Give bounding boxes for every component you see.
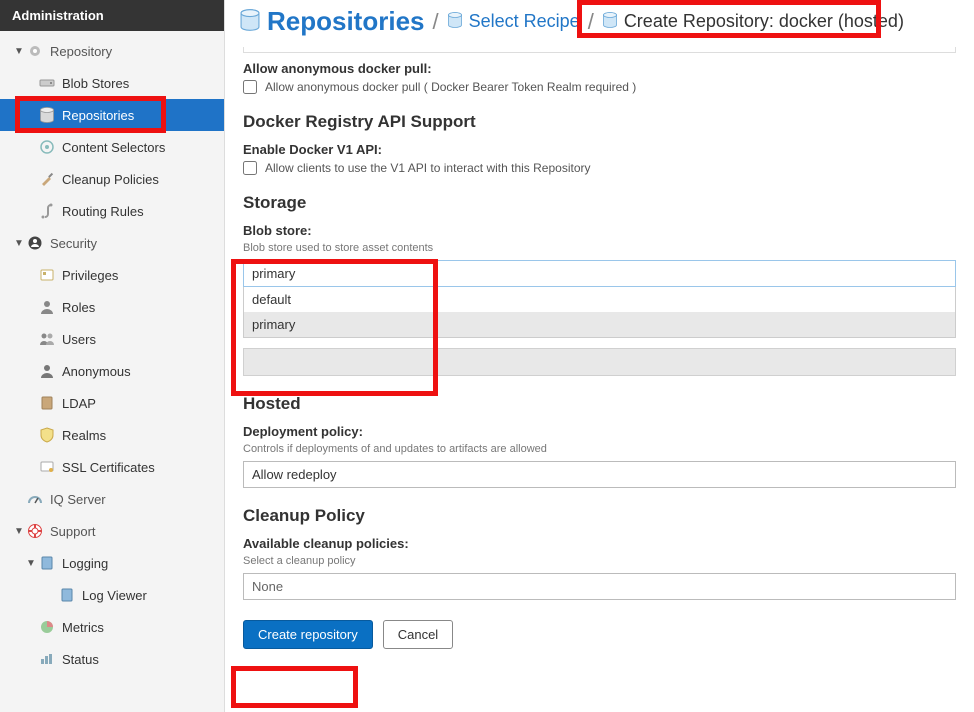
cleanup-heading: Cleanup Policy: [243, 506, 956, 526]
notebook-icon: [38, 555, 56, 571]
breadcrumb-separator: /: [431, 9, 441, 35]
caret-down-icon: ▼: [12, 238, 26, 249]
breadcrumb-separator: /: [586, 9, 596, 35]
piechart-icon: [38, 619, 56, 635]
cancel-button[interactable]: Cancel: [383, 620, 453, 649]
enable-v1-checkbox[interactable]: [243, 161, 257, 175]
anon-pull-checkbox[interactable]: [243, 80, 257, 94]
database-icon: [602, 12, 618, 31]
hdd-icon: [38, 75, 56, 91]
cleanup-policies-desc: Select a cleanup policy: [243, 555, 956, 567]
sidebar-group-repository[interactable]: ▼ Repository: [0, 35, 224, 67]
sidebar-item-repositories[interactable]: Repositories: [0, 99, 224, 131]
deployment-policy-desc: Controls if deployments of and updates t…: [243, 443, 956, 455]
meter-icon: [26, 491, 44, 507]
sidebar-group-security[interactable]: ▼ Security: [0, 227, 224, 259]
sidebar-item-iq-server[interactable]: IQ Server: [0, 483, 224, 515]
database-icon: [38, 107, 56, 123]
idcard-icon: [38, 267, 56, 283]
enable-v1-checkbox-row[interactable]: Allow clients to use the V1 API to inter…: [243, 161, 956, 175]
deployment-policy-label: Deployment policy:: [243, 424, 956, 439]
sidebar: Administration ▼ Repository Blob Stores …: [0, 0, 225, 712]
sidebar-item-privileges[interactable]: Privileges: [0, 259, 224, 291]
sidebar-item-log-viewer[interactable]: Log Viewer: [0, 579, 224, 611]
clipped-field: [243, 47, 956, 53]
book-icon: [38, 395, 56, 411]
anonymous-icon: [38, 363, 56, 379]
cleanup-policies-select[interactable]: None: [243, 573, 956, 600]
target-icon: [38, 139, 56, 155]
shield-icon: [38, 427, 56, 443]
blob-store-dropdown: default primary: [243, 287, 956, 338]
main-panel: Repositories / Select Recipe / Create Re…: [225, 0, 974, 712]
enable-v1-label: Enable Docker V1 API:: [243, 142, 956, 157]
cleanup-policies-label: Available cleanup policies:: [243, 536, 956, 551]
notebook-icon: [58, 587, 76, 603]
deployment-policy-select[interactable]: Allow redeploy: [243, 461, 956, 488]
broom-icon: [38, 171, 56, 187]
sidebar-item-routing-rules[interactable]: Routing Rules: [0, 195, 224, 227]
sidebar-group-support[interactable]: ▼ Support: [0, 515, 224, 547]
breadcrumb: Repositories / Select Recipe / Create Re…: [225, 0, 974, 47]
badge-icon: [26, 235, 44, 251]
sidebar-item-ssl-certificates[interactable]: SSL Certificates: [0, 451, 224, 483]
strict-validation-row: [243, 348, 956, 376]
sidebar-item-realms[interactable]: Realms: [0, 419, 224, 451]
blob-store-label: Blob store:: [243, 223, 956, 238]
lifesaver-icon: [26, 523, 44, 539]
sidebar-item-status[interactable]: Status: [0, 643, 224, 675]
blob-store-option-primary[interactable]: primary: [244, 312, 955, 337]
hosted-heading: Hosted: [243, 394, 956, 414]
database-icon: [447, 12, 463, 31]
breadcrumb-current: Create Repository: docker (hosted): [624, 11, 904, 32]
blob-store-desc: Blob store used to store asset contents: [243, 242, 956, 254]
sidebar-item-cleanup-policies[interactable]: Cleanup Policies: [0, 163, 224, 195]
route-icon: [38, 203, 56, 219]
create-repository-button[interactable]: Create repository: [243, 620, 373, 649]
anon-pull-label: Allow anonymous docker pull:: [243, 61, 956, 76]
breadcrumb-select-recipe[interactable]: Select Recipe: [469, 11, 580, 32]
api-support-heading: Docker Registry API Support: [243, 112, 956, 132]
sidebar-item-users[interactable]: Users: [0, 323, 224, 355]
caret-down-icon: ▼: [12, 46, 26, 57]
storage-heading: Storage: [243, 193, 956, 213]
breadcrumb-title[interactable]: Repositories: [267, 6, 425, 37]
certificate-icon: [38, 459, 56, 475]
caret-down-icon: ▼: [12, 526, 26, 537]
user-role-icon: [38, 299, 56, 315]
sidebar-item-anonymous[interactable]: Anonymous: [0, 355, 224, 387]
sidebar-item-metrics[interactable]: Metrics: [0, 611, 224, 643]
form-actions: Create repository Cancel: [243, 620, 956, 649]
users-icon: [38, 331, 56, 347]
caret-down-icon: ▼: [24, 558, 38, 569]
sidebar-item-blob-stores[interactable]: Blob Stores: [0, 67, 224, 99]
blob-store-select[interactable]: [243, 260, 956, 287]
sidebar-header: Administration: [0, 0, 224, 31]
sidebar-item-content-selectors[interactable]: Content Selectors: [0, 131, 224, 163]
sidebar-item-roles[interactable]: Roles: [0, 291, 224, 323]
enable-v1-checkbox-label: Allow clients to use the V1 API to inter…: [265, 161, 591, 175]
barchart-icon: [38, 651, 56, 667]
sidebar-item-ldap[interactable]: LDAP: [0, 387, 224, 419]
gear-icon: [26, 43, 44, 59]
sidebar-item-logging[interactable]: ▼ Logging: [0, 547, 224, 579]
anon-pull-checkbox-label: Allow anonymous docker pull ( Docker Bea…: [265, 80, 636, 94]
database-icon: [239, 9, 261, 34]
anon-pull-checkbox-row[interactable]: Allow anonymous docker pull ( Docker Bea…: [243, 80, 956, 94]
blob-store-option-default[interactable]: default: [244, 287, 955, 312]
